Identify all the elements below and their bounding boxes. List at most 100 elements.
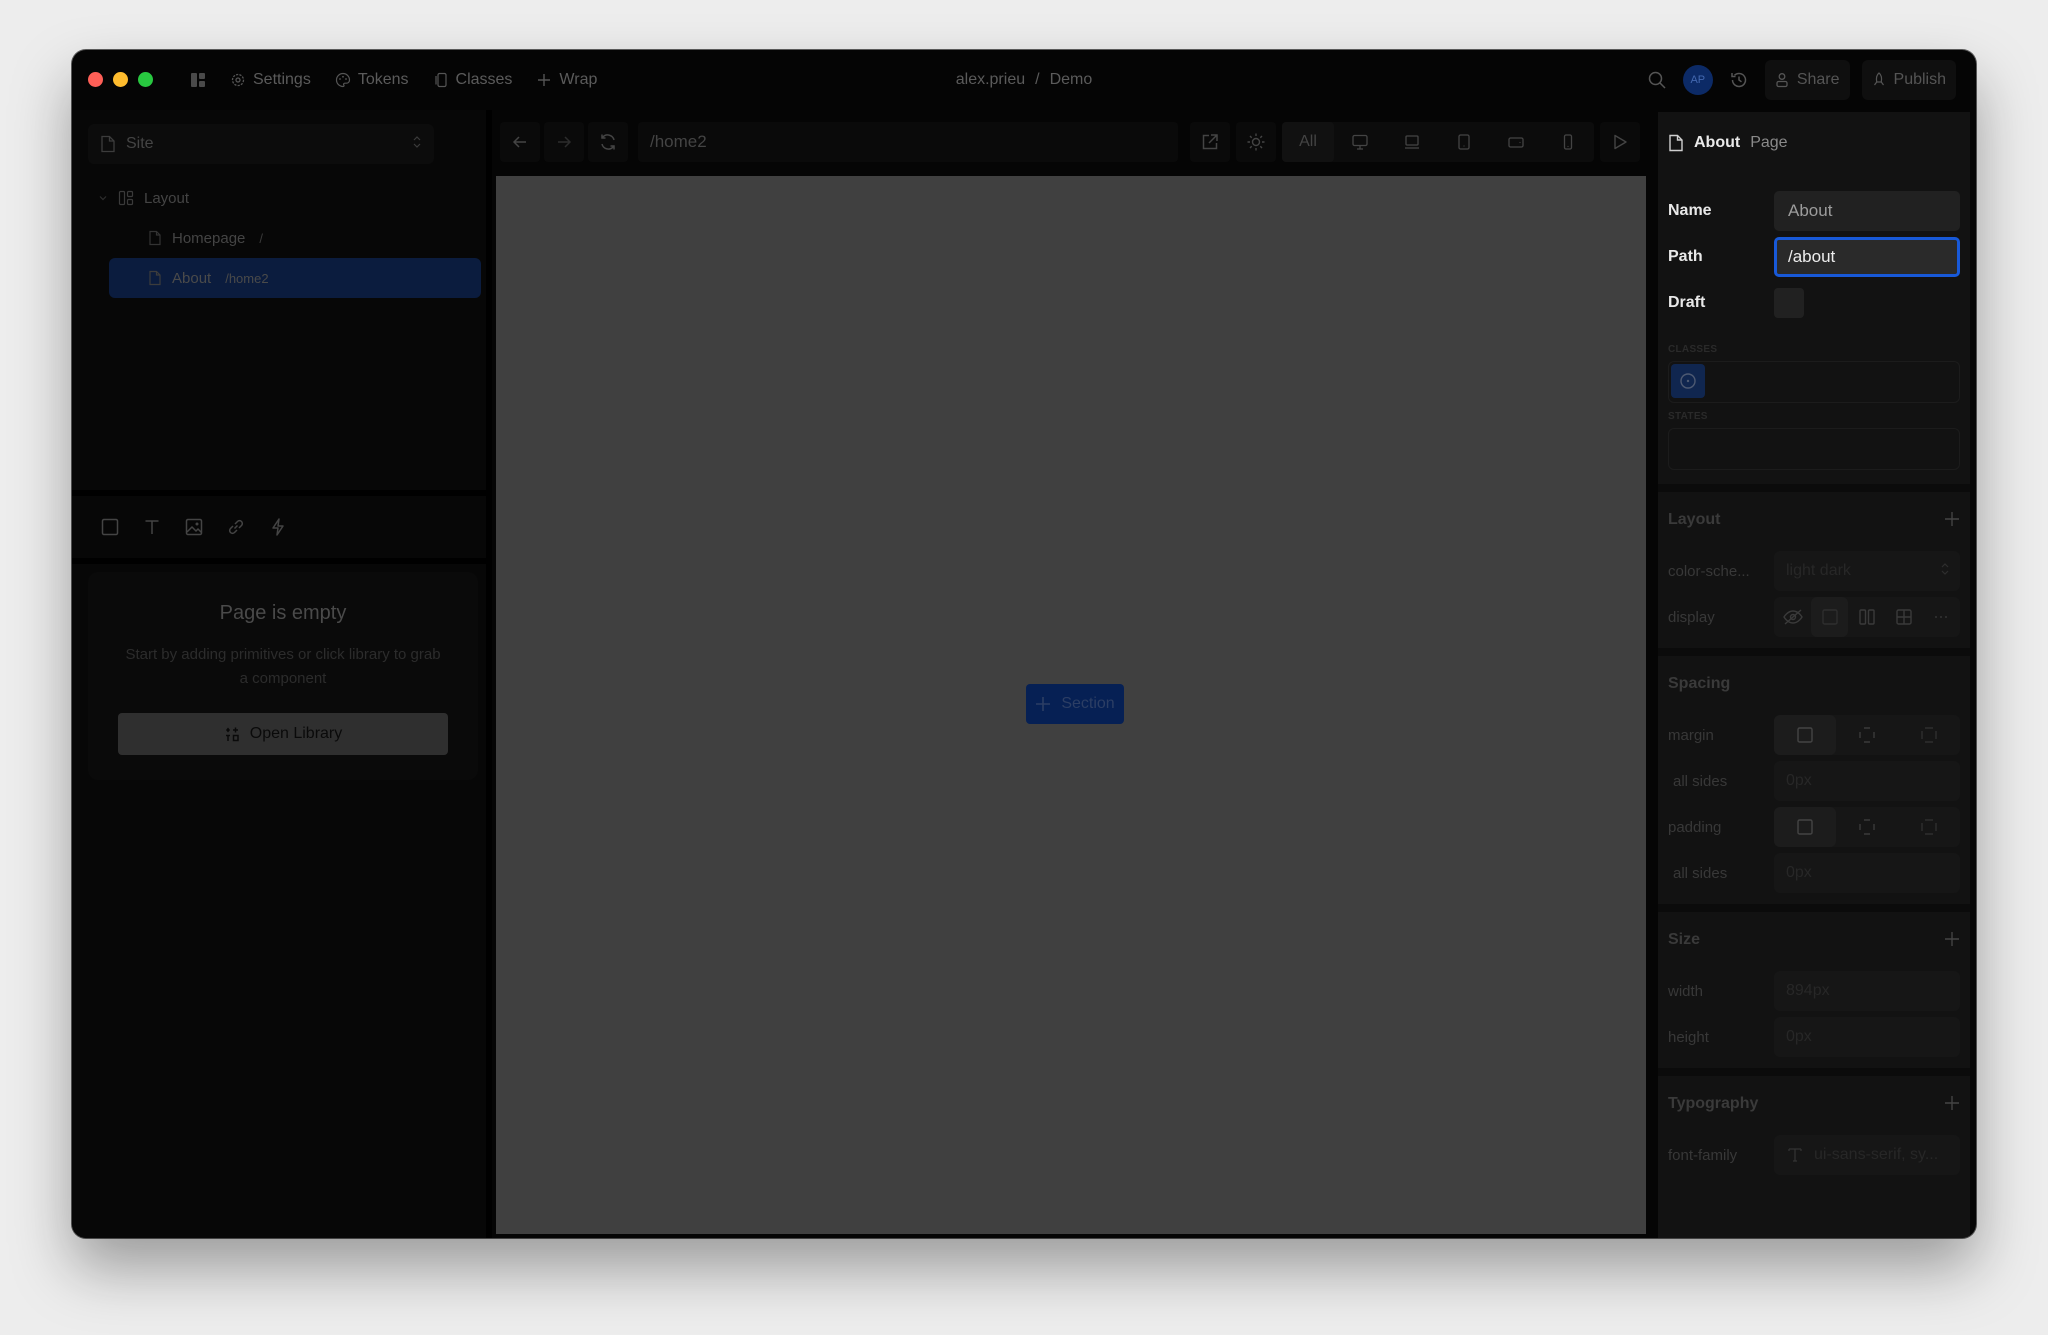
margin-individual-option[interactable] — [1898, 715, 1960, 755]
settings-menu[interactable]: Settings — [230, 71, 311, 89]
margin-all-sides-option[interactable] — [1774, 715, 1836, 755]
draft-checkbox[interactable] — [1774, 288, 1804, 318]
library-icon — [225, 727, 239, 742]
url-input[interactable]: /home2 — [638, 122, 1178, 162]
font-family-row: font-family ui-sans-serif, sy... — [1658, 1132, 1970, 1178]
width-input[interactable]: 894px — [1774, 971, 1960, 1011]
breakpoint-laptop[interactable] — [1386, 122, 1438, 162]
path-label: Path — [1668, 248, 1703, 265]
minimize-window-button[interactable] — [113, 72, 128, 87]
avatar[interactable]: AP — [1682, 65, 1713, 95]
empty-state-description: Start by adding primitives or click libr… — [125, 646, 441, 687]
padding-axis-option[interactable] — [1836, 807, 1898, 847]
site-select[interactable]: Site — [88, 124, 434, 164]
layout-section-title: Layout — [1668, 511, 1721, 528]
states-input[interactable] — [1668, 428, 1960, 470]
plus-icon — [1945, 512, 1959, 526]
breakpoint-desktop[interactable] — [1334, 122, 1386, 162]
share-label: Share — [1796, 71, 1840, 88]
display-none-option[interactable] — [1774, 597, 1811, 637]
rocket-icon — [1873, 72, 1884, 86]
margin-axis-option[interactable] — [1836, 715, 1898, 755]
color-scheme-select[interactable]: light dark — [1774, 551, 1960, 591]
breakpoint-mobile[interactable] — [1542, 122, 1594, 162]
maximize-window-button[interactable] — [138, 72, 153, 87]
tree-item-path: / — [259, 230, 264, 246]
tokens-menu[interactable]: Tokens — [335, 71, 409, 89]
font-family-select[interactable]: ui-sans-serif, sy... — [1774, 1135, 1960, 1175]
reload-button[interactable] — [588, 122, 628, 162]
arrow-right-icon — [558, 136, 572, 148]
add-size-property-button[interactable] — [1944, 927, 1960, 953]
section-divider — [1658, 648, 1970, 656]
panels-toggle-button[interactable] — [190, 72, 206, 88]
add-layout-property-button[interactable] — [1944, 507, 1960, 533]
display-flex-option[interactable] — [1848, 597, 1885, 637]
open-library-button[interactable]: Open Library — [118, 713, 448, 755]
display-more-option[interactable] — [1923, 597, 1960, 637]
display-grid-option[interactable] — [1886, 597, 1923, 637]
add-section-button[interactable]: Section — [1026, 684, 1124, 724]
name-input[interactable]: About — [1774, 191, 1960, 231]
padding-individual-option[interactable] — [1898, 807, 1960, 847]
tokens-label: Tokens — [357, 71, 409, 88]
section-divider — [1658, 484, 1970, 492]
laptop-icon — [1405, 135, 1419, 149]
interaction-primitive-button[interactable] — [268, 517, 288, 537]
theme-toggle-button[interactable] — [1236, 122, 1276, 162]
box-primitive-button[interactable] — [100, 517, 120, 537]
primitives-bar — [72, 496, 492, 558]
breadcrumb-project[interactable]: Demo — [1050, 71, 1093, 89]
wrap-menu[interactable]: Wrap — [536, 71, 597, 89]
classes-menu[interactable]: Classes — [433, 71, 512, 89]
back-button[interactable] — [500, 122, 540, 162]
forward-button[interactable] — [544, 122, 584, 162]
target-icon — [1680, 373, 1696, 389]
canvas[interactable]: Section — [496, 176, 1646, 1234]
padding-all-sides-option[interactable] — [1774, 807, 1836, 847]
font-family-label: font-family — [1668, 1146, 1738, 1164]
name-field-row: Name About — [1668, 188, 1960, 234]
tree-item-homepage[interactable]: Homepage / — [72, 218, 492, 258]
breakpoint-all[interactable]: All — [1282, 122, 1334, 162]
add-typography-property-button[interactable] — [1944, 1091, 1960, 1117]
padding-all-sides-row: all sides 0px — [1658, 850, 1970, 896]
link-primitive-button[interactable] — [226, 517, 246, 537]
text-primitive-button[interactable] — [142, 517, 162, 537]
history-button[interactable] — [1725, 66, 1753, 94]
image-primitive-button[interactable] — [184, 517, 204, 537]
publish-button[interactable]: Publish — [1861, 60, 1956, 100]
size-section-header[interactable]: Size — [1658, 912, 1970, 968]
breakpoint-tablet[interactable] — [1438, 122, 1490, 162]
height-input[interactable]: 0px — [1774, 1017, 1960, 1057]
all-sides-icon — [1797, 819, 1813, 835]
tree-item-layout[interactable]: Layout — [72, 178, 492, 218]
path-input[interactable]: /about — [1774, 237, 1960, 277]
open-in-new-tab-button[interactable] — [1190, 122, 1230, 162]
window-controls — [88, 72, 153, 87]
classes-label: CLASSES — [1668, 344, 1718, 355]
preview-button[interactable] — [1600, 122, 1640, 162]
breakpoint-tablet-landscape[interactable] — [1490, 122, 1542, 162]
title-bar: Settings Tokens Classes Wrap alex.prieu … — [72, 50, 1976, 110]
breadcrumb-user[interactable]: alex.prieu — [956, 71, 1025, 89]
margin-input[interactable]: 0px — [1774, 761, 1960, 801]
name-label: Name — [1668, 202, 1712, 219]
columns-icon — [1859, 609, 1875, 625]
tree-item-label: About — [172, 269, 212, 287]
layout-section-header[interactable]: Layout — [1658, 492, 1970, 548]
tablet-landscape-icon — [1508, 137, 1524, 148]
typography-section-header[interactable]: Typography — [1658, 1076, 1970, 1132]
padding-input[interactable]: 0px — [1774, 853, 1960, 893]
inspector-panel: About Page Name About Path /about Draft … — [1658, 112, 1970, 1238]
tree-item-about[interactable]: About /home2 — [109, 258, 481, 298]
close-window-button[interactable] — [88, 72, 103, 87]
refresh-icon — [601, 134, 615, 150]
share-button[interactable]: Share — [1764, 60, 1850, 100]
add-class-button[interactable] — [1671, 364, 1705, 398]
spacing-section-header[interactable]: Spacing — [1658, 656, 1970, 712]
display-block-option[interactable] — [1811, 597, 1849, 637]
padding-all-sides-label: all sides — [1673, 864, 1728, 882]
classes-input[interactable] — [1668, 361, 1960, 403]
search-button[interactable] — [1643, 66, 1671, 94]
